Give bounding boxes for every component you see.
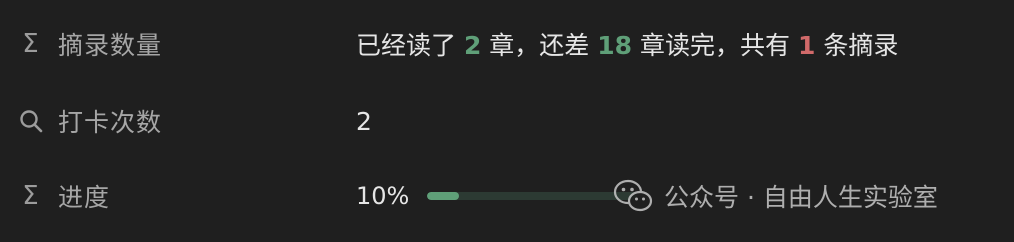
sigma-icon: Σ <box>22 29 40 59</box>
search-icon <box>18 108 44 134</box>
value-text: 章读完，共有 <box>632 31 798 60</box>
sigma-icon: Σ <box>22 181 40 211</box>
watermark: 公众号 · 自由人生实验室 <box>612 178 938 214</box>
property-value: 2 <box>356 106 372 136</box>
property-label-group: Σ 进度 <box>18 178 110 214</box>
property-label-group: Σ 摘录数量 <box>18 26 162 62</box>
property-row-checkin-count[interactable]: 打卡次数 2 <box>0 91 1014 151</box>
property-label-group: 打卡次数 <box>18 103 162 139</box>
progress-value: 10% <box>356 182 638 210</box>
property-label: 进度 <box>58 183 111 212</box>
value-text: 条摘录 <box>815 31 899 60</box>
value-text: 已经读了 <box>356 31 464 60</box>
properties-panel: Σ 摘录数量 已经读了 2 章，还差 18 章读完，共有 1 条摘录 打卡次数 … <box>0 0 1014 242</box>
property-label: 摘录数量 <box>58 31 163 60</box>
excerpt-count-number: 1 <box>797 31 816 60</box>
chapters-left-number: 18 <box>597 31 633 60</box>
chapters-read-number: 2 <box>463 31 482 60</box>
progress-percent: 10% <box>356 182 410 210</box>
watermark-text: 公众号 · 自由人生实验室 <box>664 183 938 212</box>
property-row-excerpt-count[interactable]: Σ 摘录数量 已经读了 2 章，还差 18 章读完，共有 1 条摘录 <box>0 14 1014 74</box>
value-text: 章，还差 <box>481 31 598 60</box>
progress-bar <box>427 192 638 200</box>
property-value: 已经读了 2 章，还差 18 章读完，共有 1 条摘录 <box>356 26 898 62</box>
wechat-icon <box>613 179 653 212</box>
property-label: 打卡次数 <box>58 108 163 137</box>
progress-bar-fill <box>427 192 459 200</box>
